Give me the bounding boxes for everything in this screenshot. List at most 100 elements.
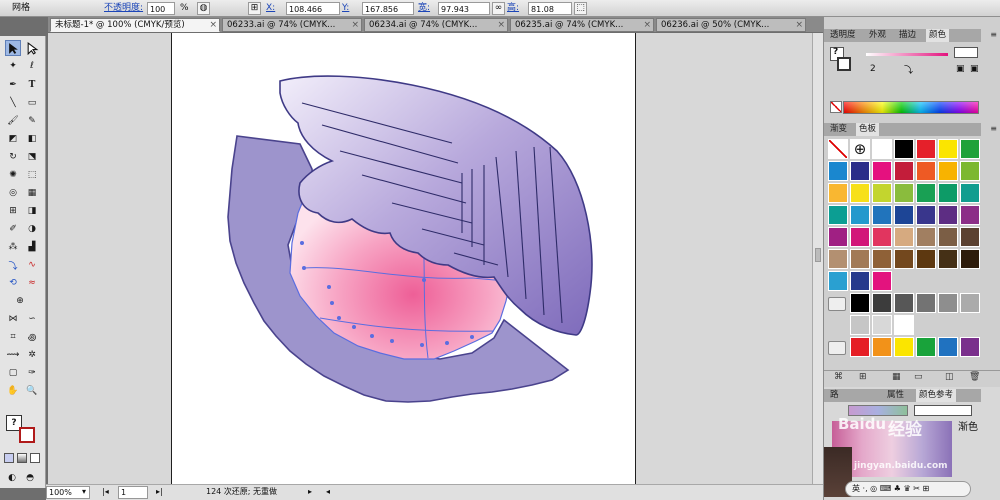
draw-mode-icon[interactable]: ◐: [4, 470, 20, 486]
free-transform-tool-icon[interactable]: ⬚: [24, 167, 40, 183]
direct-selection-tool-icon[interactable]: [24, 40, 40, 56]
swatch[interactable]: [916, 293, 936, 313]
swatch[interactable]: [960, 139, 980, 159]
swatch[interactable]: [916, 337, 936, 357]
width-label[interactable]: 宽:: [418, 2, 430, 15]
selection-tool-icon[interactable]: [5, 40, 21, 56]
swatch-none[interactable]: [828, 139, 848, 159]
swatch[interactable]: [894, 293, 914, 313]
type-tool-icon[interactable]: T: [24, 77, 40, 93]
status-menu-icon[interactable]: ▸: [308, 486, 312, 499]
tab-color[interactable]: 颜色: [926, 29, 950, 42]
paintbrush-tool-icon[interactable]: 🖌: [5, 113, 21, 129]
color-group-icon[interactable]: ▭: [914, 372, 923, 382]
swatch[interactable]: [960, 249, 980, 269]
hand-tool-icon[interactable]: ✋: [5, 383, 21, 399]
vertical-scrollbar[interactable]: [812, 33, 823, 484]
reshape-tool-icon[interactable]: ⟲: [5, 275, 21, 291]
frame-tool-icon[interactable]: ▢: [5, 365, 21, 381]
artboard-tool-icon[interactable]: ⤵: [5, 257, 21, 273]
eyedropper-tool-icon[interactable]: ✐: [5, 221, 21, 237]
scroll-thumb[interactable]: [815, 248, 821, 262]
fill-mode-icon[interactable]: [4, 453, 14, 463]
pen-tool-icon[interactable]: ✒: [5, 77, 21, 93]
ime-toolbar[interactable]: 英 ·, ◎ ⌨ ♣ ♛ ✂ ⊞: [845, 481, 971, 497]
swatch[interactable]: [872, 315, 892, 335]
swatch[interactable]: [872, 293, 892, 313]
swatch[interactable]: [960, 183, 980, 203]
swatch[interactable]: [894, 161, 914, 181]
clam-artwork[interactable]: [172, 33, 637, 484]
swatch[interactable]: [916, 249, 936, 269]
opacity-link[interactable]: 不透明度:: [104, 2, 143, 15]
lasso-tool-icon[interactable]: ℓ: [24, 58, 40, 74]
swatch[interactable]: [872, 205, 892, 225]
close-icon[interactable]: ×: [209, 19, 217, 31]
swatch[interactable]: [850, 205, 870, 225]
swatch-folder-icon[interactable]: [828, 297, 846, 311]
swatch[interactable]: [872, 139, 892, 159]
symbol-sprayer-tool-icon[interactable]: ⁂: [5, 239, 21, 255]
mesh-tool-icon[interactable]: ⊞: [5, 203, 21, 219]
hscroll-left-icon[interactable]: ◂: [326, 486, 330, 499]
zoom-dropdown-icon[interactable]: ▾: [82, 486, 86, 499]
swatch[interactable]: [938, 249, 958, 269]
puppet-tool-icon[interactable]: ⌗: [5, 329, 21, 345]
tab-paths[interactable]: 路: [827, 389, 842, 402]
swatch[interactable]: [872, 337, 892, 357]
swatch[interactable]: [960, 161, 980, 181]
line-tool-icon[interactable]: ╲: [5, 95, 21, 111]
panel-menu-icon[interactable]: ≡: [990, 30, 997, 39]
blob-brush-tool-icon[interactable]: ◩: [5, 131, 21, 147]
swatch[interactable]: [960, 293, 980, 313]
rectangle-tool-icon[interactable]: ▭: [24, 95, 40, 111]
swatch[interactable]: [828, 161, 848, 181]
swatch[interactable]: [960, 205, 980, 225]
swatch[interactable]: [850, 271, 870, 291]
swatch[interactable]: [916, 205, 936, 225]
swatch[interactable]: [916, 161, 936, 181]
screen-mode-icon[interactable]: ◓: [22, 470, 38, 486]
width-input[interactable]: 97.943 mm: [438, 2, 490, 27]
tab-06233[interactable]: 06233.ai @ 74% (CMYK... ×: [222, 18, 362, 32]
shape-builder-tool-icon[interactable]: ◎: [5, 185, 21, 201]
swatch-registration-icon[interactable]: ⊕: [850, 139, 870, 159]
tab-gradient[interactable]: 渐变: [827, 123, 850, 136]
swatch[interactable]: [828, 271, 848, 291]
scissors-tool-icon[interactable]: ⋈: [5, 311, 21, 327]
swatch[interactable]: [894, 139, 914, 159]
delete-swatch-icon[interactable]: 🗑: [969, 372, 980, 382]
link-proportions-icon[interactable]: ∞: [492, 2, 505, 15]
tab-stroke[interactable]: 描边: [896, 29, 919, 42]
close-icon[interactable]: ×: [497, 19, 505, 31]
swatch[interactable]: [850, 227, 870, 247]
swatch[interactable]: [828, 205, 848, 225]
swatch[interactable]: [916, 139, 936, 159]
zoom-tool-icon[interactable]: 🔍: [24, 383, 40, 399]
new-swatch-icon[interactable]: ◫: [945, 372, 954, 382]
harmony-select[interactable]: [914, 405, 972, 416]
swatch[interactable]: [960, 227, 980, 247]
tab-attributes[interactable]: 属性: [884, 389, 907, 402]
x-input[interactable]: 108.466 mm: [286, 2, 340, 27]
width-tool-icon[interactable]: ≈: [24, 275, 40, 291]
perspective-grid-tool-icon[interactable]: ▦: [24, 185, 40, 201]
y-input[interactable]: 167.856 mm: [362, 2, 414, 27]
swatch[interactable]: [872, 249, 892, 269]
swatch[interactable]: [894, 315, 914, 335]
swatch[interactable]: [916, 183, 936, 203]
tab-appearance[interactable]: 外观: [866, 29, 889, 42]
swatch[interactable]: [938, 337, 958, 357]
swatch[interactable]: [828, 227, 848, 247]
tab-transparency[interactable]: 透明度: [827, 29, 859, 42]
artboard-select[interactable]: 1: [118, 486, 148, 499]
pucker-tool-icon[interactable]: ⟿: [5, 347, 21, 363]
pencil-tool-icon[interactable]: ✎: [24, 113, 40, 129]
warp-tool-icon[interactable]: ✺: [5, 167, 21, 183]
tab-untitled[interactable]: 未标题-1* @ 100% (CMYK/预览) ×: [50, 18, 220, 32]
graph-tool-icon[interactable]: ▟: [24, 239, 40, 255]
swatch-options-icon[interactable]: ▦: [892, 372, 901, 382]
tab-swatches[interactable]: 色板: [856, 123, 880, 136]
next-artboard-icon[interactable]: ▸|: [156, 486, 163, 499]
white-swatch-icon[interactable]: ▣: [956, 64, 965, 74]
